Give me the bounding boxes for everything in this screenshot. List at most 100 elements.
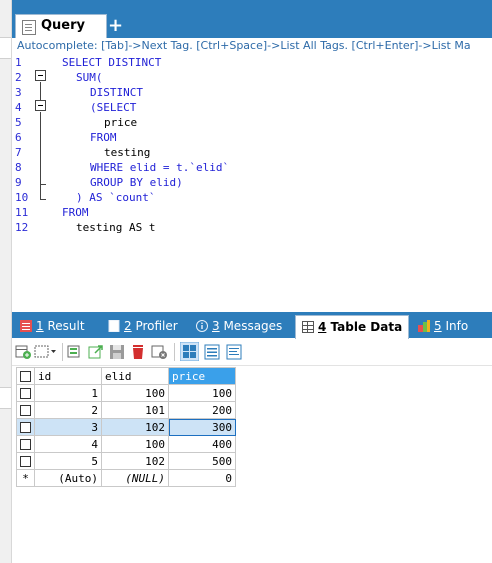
left-panel-edge [0,0,12,563]
sql-editor[interactable]: 1 2 3 4 5 6 7 8 9 10 11 12 SELECT DISTIN… [12,54,492,312]
code-line: FROM [90,131,117,144]
save-icon[interactable] [109,344,126,360]
tab-profiler[interactable]: 2 Profiler [108,319,178,333]
new-query-tab-button[interactable]: + [108,16,123,36]
grid-header-row: id elid price [16,367,236,385]
duplicate-row-icon[interactable] [67,344,84,360]
cell-price[interactable]: 200 [168,401,236,419]
grid-view-icon[interactable] [180,342,199,361]
code-line: price [104,116,138,129]
code-line: DISTINCT [90,86,143,99]
result-toolbar [12,339,492,366]
cell-price[interactable]: 500 [168,452,236,470]
code-line: GROUP BY elid) [90,176,183,189]
checkbox[interactable] [20,405,31,416]
dropdown-options-icon[interactable] [34,344,58,360]
cell-id[interactable]: (Auto) [34,469,102,487]
table-row[interactable]: 2 101 200 [16,401,236,419]
cell-elid[interactable]: 102 [101,418,169,436]
query-document-icon [22,20,36,35]
tab-table-data[interactable]: 4 Table Data [295,315,410,339]
column-header-elid[interactable]: elid [101,367,169,385]
new-row-marker: * [16,469,35,487]
line-number: 3 [15,86,22,99]
select-all-checkbox[interactable] [16,367,35,385]
cell-id[interactable]: 4 [34,435,102,453]
checkbox[interactable] [20,456,31,467]
cell-id[interactable]: 2 [34,401,102,419]
fold-collapse-icon[interactable] [35,70,46,81]
line-number: 10 [15,191,29,204]
line-number: 7 [15,146,22,159]
line-number: 11 [15,206,29,219]
insert-row-icon[interactable] [15,344,32,360]
query-tab-bar: Query + [12,0,492,39]
form-view-icon[interactable] [204,344,221,360]
column-header-id[interactable]: id [34,367,102,385]
result-grid[interactable]: id elid price 1 100 100 2 101 200 3 102 [16,367,236,487]
tab-result-label: Result [43,319,85,333]
tab-result[interactable]: 1 Result [20,319,85,333]
tab-messages[interactable]: 3 Messages [196,319,282,333]
row-checkbox[interactable] [16,435,35,453]
tab-result-number: 1 [36,319,44,333]
line-number: 12 [15,221,29,234]
line-number: 8 [15,161,22,174]
tab-info-label: Info [441,319,469,333]
row-checkbox[interactable] [16,418,35,436]
tab-profiler-number: 2 [124,319,132,333]
autocomplete-hint-text: Autocomplete: [Tab]->Next Tag. [Ctrl+Spa… [17,39,471,52]
row-checkbox[interactable] [16,384,35,402]
cell-price-current[interactable]: 300 [168,418,236,436]
code-line: WHERE elid = t.`elid` [90,161,230,174]
cell-price[interactable]: 100 [168,384,236,402]
fold-collapse-icon[interactable] [35,100,46,111]
code-line: FROM [62,206,89,219]
checkbox[interactable] [20,388,31,399]
cell-price[interactable]: 0 [168,469,236,487]
result-tab-bar: 1 Result 2 Profiler 3 Messages 4 Table D… [12,312,492,339]
toolbar-separator [174,343,175,361]
text-view-icon[interactable] [226,344,243,360]
column-header-price[interactable]: price [168,367,236,385]
code-line: testing AS t [76,221,156,234]
checkbox[interactable] [20,439,31,450]
table-row[interactable]: 1 100 100 [16,384,236,402]
cell-id[interactable]: 5 [34,452,102,470]
tab-table-data-label: Table Data [326,320,403,334]
table-row[interactable]: 5 102 500 [16,452,236,470]
query-tab[interactable]: Query [15,14,107,39]
tab-info[interactable]: 5 Info [418,319,468,333]
tab-info-number: 5 [434,319,442,333]
new-row[interactable]: * (Auto) (NULL) 0 [16,469,236,487]
row-checkbox[interactable] [16,452,35,470]
line-number: 5 [15,116,22,129]
cell-elid[interactable]: (NULL) [101,469,169,487]
code-line: SUM( [76,71,103,84]
cell-elid[interactable]: 100 [101,435,169,453]
row-checkbox[interactable] [16,401,35,419]
cell-elid[interactable]: 102 [101,452,169,470]
toolbar-separator [62,343,63,361]
autocomplete-hint-bar: Autocomplete: [Tab]->Next Tag. [Ctrl+Spa… [12,38,492,54]
cancel-icon[interactable] [151,344,168,360]
fold-guide-line [40,82,41,100]
table-row[interactable]: 4 100 400 [16,435,236,453]
cell-id[interactable]: 3 [34,418,102,436]
tab-profiler-label: Profiler [131,319,178,333]
fold-guide-line [40,185,41,199]
checkbox[interactable] [20,371,31,382]
line-number: 9 [15,176,22,189]
tab-messages-number: 3 [212,319,220,333]
tab-messages-label: Messages [219,319,283,333]
code-line: ) AS `count` [76,191,156,204]
cell-elid[interactable]: 100 [101,384,169,402]
table-row-selected[interactable]: 3 102 300 [16,418,236,436]
code-line: (SELECT [90,101,137,114]
export-icon[interactable] [88,344,105,360]
cell-price[interactable]: 400 [168,435,236,453]
cell-elid[interactable]: 101 [101,401,169,419]
cell-id[interactable]: 1 [34,384,102,402]
checkbox[interactable] [20,422,31,433]
delete-icon[interactable] [130,344,147,360]
